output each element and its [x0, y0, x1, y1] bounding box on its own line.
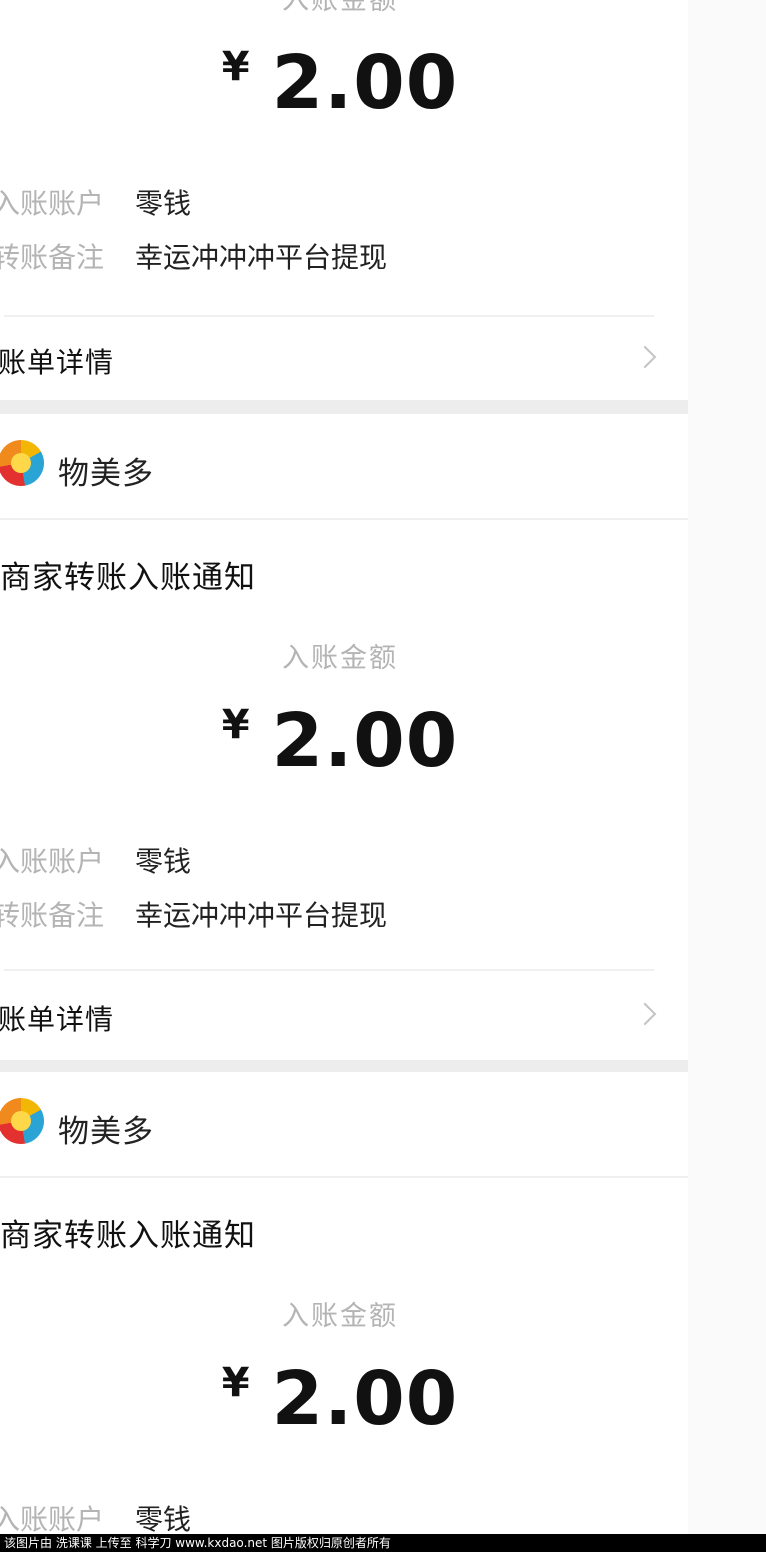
amount-value: 2.00: [271, 1356, 459, 1442]
transfer-card: 物美多 商家转账入账通知 入账金额 ¥2.00 入账账户 零钱: [0, 1072, 688, 1534]
chevron-right-icon: [633, 1002, 657, 1026]
bill-detail-label: 账单详情: [0, 346, 115, 379]
account-label: 入账账户: [0, 1503, 105, 1534]
bill-detail-label: 账单详情: [0, 1003, 115, 1036]
account-label: 入账账户: [0, 845, 105, 878]
chevron-right-icon: [633, 345, 657, 369]
merchant-header[interactable]: 物美多: [0, 1072, 688, 1178]
currency-symbol: ¥: [221, 1360, 250, 1406]
message-list[interactable]: 入账金额 ¥2.00 入账账户 零钱 转账备注 幸运冲冲冲平台提现 账单详情 物: [0, 0, 688, 1534]
note-value: 幸运冲冲冲平台提现: [135, 241, 388, 274]
watermark-footer: 该图片由 洗课课 上传至 科学刀 www.kxdao.net 图片版权归原创者所…: [0, 1534, 766, 1552]
amount-label: 入账金额: [282, 0, 398, 16]
amount-label: 入账金额: [282, 643, 398, 674]
divider: [4, 315, 654, 317]
notification-title: 商家转账入账通知: [0, 1218, 256, 1254]
merchant-name: 物美多: [58, 456, 154, 492]
note-label: 转账备注: [0, 241, 105, 274]
bill-detail-link[interactable]: 账单详情: [0, 982, 688, 1052]
merchant-name: 物美多: [58, 1114, 154, 1150]
notification-title: 商家转账入账通知: [0, 560, 256, 596]
merchant-logo-icon: [0, 440, 44, 486]
transfer-card: 入账金额 ¥2.00 入账账户 零钱 转账备注 幸运冲冲冲平台提现 账单详情: [0, 0, 688, 400]
currency-symbol: ¥: [221, 44, 250, 90]
bill-detail-link[interactable]: 账单详情: [0, 325, 688, 395]
right-gutter: [688, 0, 766, 1534]
transfer-card: 物美多 商家转账入账通知 入账金额 ¥2.00 入账账户 零钱 转账备注 幸运冲…: [0, 414, 688, 1060]
screenshot-stage: 入账金额 ¥2.00 入账账户 零钱 转账备注 幸运冲冲冲平台提现 账单详情 物: [0, 0, 766, 1534]
merchant-header[interactable]: 物美多: [0, 414, 688, 520]
note-label: 转账备注: [0, 899, 105, 932]
currency-symbol: ¥: [221, 702, 250, 748]
account-label: 入账账户: [0, 187, 105, 220]
note-value: 幸运冲冲冲平台提现: [135, 899, 388, 932]
amount-display: ¥2.00: [0, 40, 688, 126]
account-value: 零钱: [135, 845, 192, 878]
divider: [4, 969, 654, 971]
merchant-logo-icon: [0, 1098, 44, 1144]
amount-display: ¥2.00: [0, 698, 688, 784]
account-value: 零钱: [135, 187, 192, 220]
amount-value: 2.00: [271, 698, 459, 784]
amount-value: 2.00: [271, 40, 459, 126]
amount-display: ¥2.00: [0, 1356, 688, 1442]
account-value: 零钱: [135, 1503, 192, 1534]
amount-label: 入账金额: [282, 1301, 398, 1332]
